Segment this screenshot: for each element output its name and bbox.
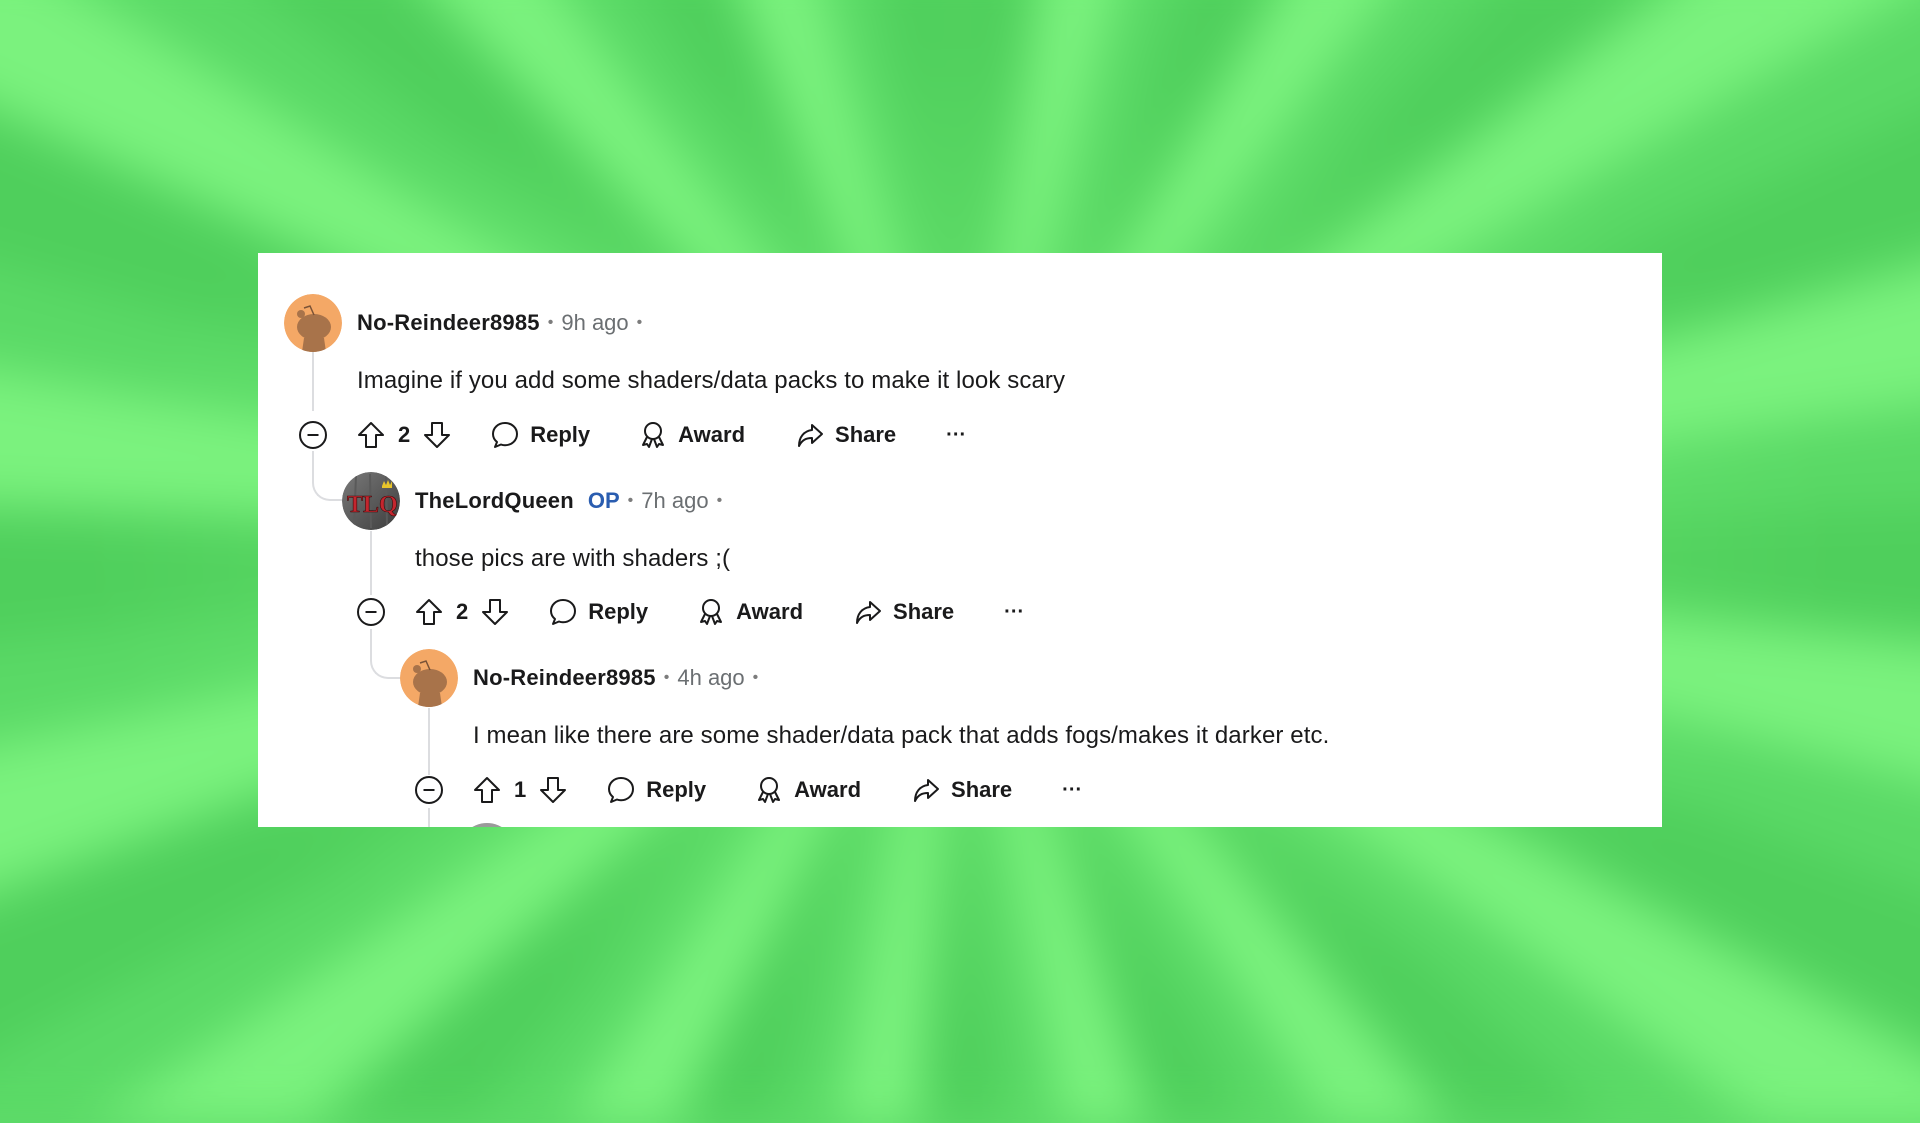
ribbon-icon — [700, 599, 723, 625]
timestamp[interactable]: 7h ago — [641, 488, 708, 514]
share-button[interactable]: Share — [911, 775, 1012, 805]
next-comment-avatar-partial — [458, 823, 516, 827]
thread-line — [428, 808, 430, 827]
arrow-down-icon — [482, 599, 509, 625]
downvote-button[interactable] — [422, 420, 452, 450]
arrow-down-icon — [540, 777, 567, 803]
upvote-button[interactable] — [356, 420, 386, 450]
share-arrow-icon — [914, 779, 940, 802]
comment-body: I mean like there are some shader/data p… — [473, 722, 1330, 749]
comment-thread-card: No-Reindeer8985 • 9h ago • Imagine if yo… — [258, 253, 1662, 827]
snoo-avatar-icon[interactable] — [284, 294, 342, 352]
collapse-thread-button[interactable] — [414, 775, 444, 805]
collapse-thread-button[interactable] — [356, 597, 386, 627]
vote-score: 2 — [456, 599, 469, 624]
comment-actions: 2 Reply Award Share ··· — [414, 594, 1024, 630]
arrow-up-icon — [474, 777, 500, 803]
comment-body: those pics are with shaders ;( — [415, 545, 731, 572]
thread-line — [428, 708, 430, 775]
timestamp[interactable]: 4h ago — [677, 665, 744, 691]
timestamp[interactable]: 9h ago — [561, 310, 628, 336]
reply-label: Reply — [588, 599, 649, 624]
thread-connector — [370, 629, 402, 679]
comment-actions: 2 Reply Award Share ··· — [356, 417, 966, 453]
share-button[interactable]: Share — [795, 420, 896, 450]
reply-button[interactable]: Reply — [490, 420, 590, 450]
share-button[interactable]: Share — [853, 597, 954, 627]
speech-bubble-icon — [492, 422, 519, 448]
share-arrow-icon — [856, 601, 882, 624]
award-label: Award — [794, 777, 862, 802]
arrow-up-icon — [358, 422, 384, 448]
vote-score: 2 — [398, 422, 411, 447]
collapse-thread-button[interactable] — [298, 420, 328, 450]
more-options-button[interactable]: ··· — [1062, 779, 1082, 802]
more-options-button[interactable]: ··· — [1004, 601, 1024, 624]
ribbon-icon — [642, 422, 665, 448]
share-label: Share — [893, 599, 955, 624]
speech-bubble-icon — [608, 777, 635, 803]
award-label: Award — [678, 422, 746, 447]
vote-score: 1 — [514, 777, 527, 802]
separator-dot: • — [636, 314, 643, 331]
award-button[interactable]: Award — [638, 420, 745, 450]
share-arrow-icon — [798, 424, 824, 447]
arrow-down-icon — [424, 422, 451, 448]
upvote-button[interactable] — [472, 775, 502, 805]
username-link[interactable]: No-Reindeer8985 — [473, 665, 656, 691]
more-options-button[interactable]: ··· — [946, 424, 966, 447]
upvote-button[interactable] — [414, 597, 444, 627]
arrow-up-icon — [416, 599, 442, 625]
award-label: Award — [736, 599, 804, 624]
minus-circle-icon — [357, 598, 385, 626]
separator-dot: • — [716, 492, 723, 509]
separator-dot: • — [547, 314, 554, 331]
svg-text:TLQ: TLQ — [347, 492, 398, 518]
username-link[interactable]: No-Reindeer8985 — [357, 310, 540, 336]
comment-meta: No-Reindeer8985 • 4h ago • — [473, 663, 766, 693]
reply-label: Reply — [530, 422, 591, 447]
thread-line — [370, 531, 372, 595]
comment-meta: No-Reindeer8985 • 9h ago • — [357, 308, 650, 338]
speech-bubble-icon — [550, 599, 577, 625]
comment-actions: 1 Reply Award Share ··· — [472, 772, 1082, 808]
separator-dot: • — [752, 669, 759, 686]
comment-body: Imagine if you add some shaders/data pac… — [357, 367, 1066, 394]
comment-meta: TheLordQueen OP • 7h ago • — [415, 486, 730, 516]
share-label: Share — [951, 777, 1013, 802]
reply-button[interactable]: Reply — [548, 597, 648, 627]
ribbon-icon — [758, 777, 781, 803]
thread-connector — [312, 451, 344, 501]
minus-circle-icon — [415, 776, 443, 804]
username-link[interactable]: TheLordQueen — [415, 488, 574, 514]
reply-label: Reply — [646, 777, 707, 802]
tlq-avatar-icon[interactable]: TLQ — [342, 472, 400, 530]
award-button[interactable]: Award — [696, 597, 803, 627]
separator-dot: • — [663, 669, 670, 686]
award-button[interactable]: Award — [754, 775, 861, 805]
reply-button[interactable]: Reply — [606, 775, 706, 805]
share-label: Share — [835, 422, 897, 447]
op-badge: OP — [587, 488, 620, 513]
downvote-button[interactable] — [480, 597, 510, 627]
snoo-avatar-icon[interactable] — [400, 649, 458, 707]
minus-circle-icon — [299, 421, 327, 449]
downvote-button[interactable] — [538, 775, 568, 805]
separator-dot: • — [627, 492, 634, 509]
